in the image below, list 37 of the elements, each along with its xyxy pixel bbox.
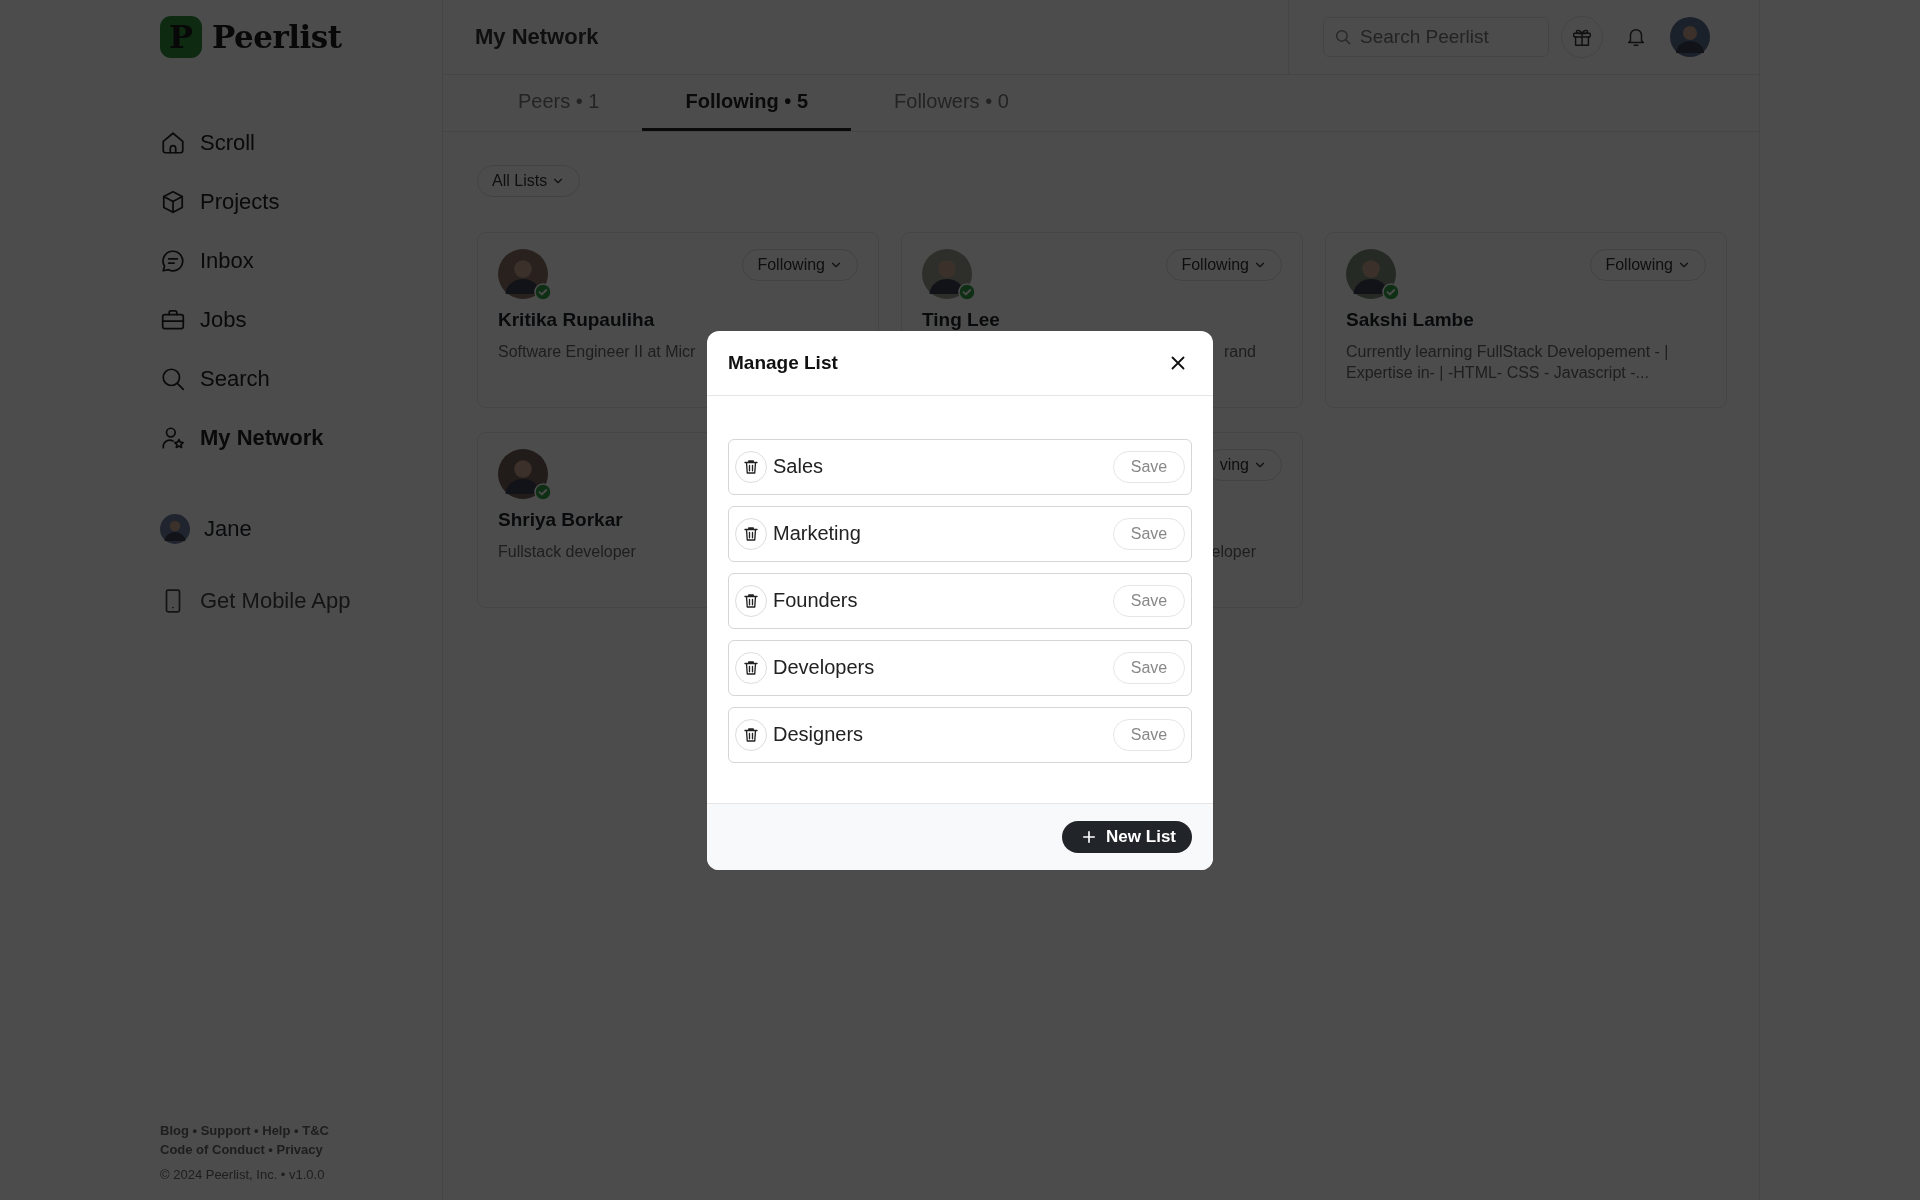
person-name[interactable]: Sakshi Lambe [1346, 309, 1474, 331]
page-title: My Network [475, 24, 600, 50]
save-button[interactable]: Save [1113, 584, 1185, 617]
trash-icon [742, 658, 760, 677]
list-name: Marketing [773, 522, 862, 545]
person-name[interactable]: Kritika Rupauliha [498, 309, 655, 331]
logo-text[interactable]: Peerlist [212, 19, 342, 55]
save-button[interactable]: Save [1113, 718, 1185, 751]
nav-item[interactable]: Scroll [160, 113, 442, 172]
nav-item[interactable]: Inbox [160, 231, 442, 290]
new-list-button[interactable]: New List [1062, 820, 1192, 853]
trash-icon [742, 591, 760, 610]
list-name: Sales [773, 455, 825, 478]
trash-icon [742, 524, 760, 543]
list-name: Founders [773, 589, 859, 612]
nav-item[interactable]: Jobs [160, 290, 442, 349]
save-button[interactable]: Save [1113, 651, 1185, 684]
nav-item[interactable]: Search [160, 349, 442, 408]
nav-item[interactable]: My Network [160, 408, 442, 467]
mobile-app-link[interactable]: Get Mobile App [200, 588, 351, 614]
trash-icon [742, 457, 760, 476]
dialog-title: Manage List [728, 351, 838, 374]
trash-icon [742, 725, 760, 744]
delete-button[interactable] [735, 450, 767, 483]
delete-button[interactable] [735, 584, 767, 617]
delete-button[interactable] [735, 718, 767, 751]
delete-button[interactable] [735, 651, 767, 684]
profile-name[interactable]: Jane [204, 515, 252, 542]
save-button[interactable]: Save [1113, 450, 1185, 483]
list-name: Developers [773, 656, 876, 679]
list-name: Designers [773, 723, 865, 746]
person-name[interactable]: Ting Lee [922, 309, 1000, 331]
nav-item[interactable]: Projects [160, 172, 442, 231]
save-button[interactable]: Save [1113, 517, 1185, 550]
tab[interactable]: Following • 5 [642, 75, 852, 131]
person-name[interactable]: Shriya Borkar [498, 509, 623, 531]
delete-button[interactable] [735, 517, 767, 550]
